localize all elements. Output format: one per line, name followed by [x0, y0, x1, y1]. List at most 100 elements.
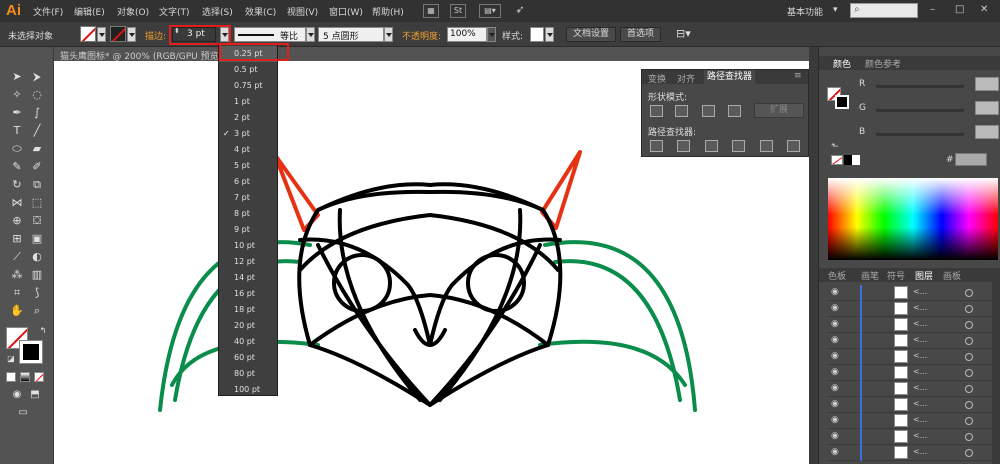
blue-slider[interactable]: B: [859, 125, 999, 141]
eye-icon[interactable]: ◉: [831, 383, 839, 393]
layers-scrollbar[interactable]: [992, 277, 1000, 464]
menu-view[interactable]: 视图(V): [287, 5, 318, 18]
target-icon[interactable]: [965, 289, 973, 297]
stroke-label[interactable]: 描边:: [145, 29, 166, 42]
brush-dropdown[interactable]: [384, 27, 393, 42]
stroke-swatch[interactable]: [110, 26, 126, 42]
stroke-color-box[interactable]: [19, 340, 43, 364]
tab-transform[interactable]: 变换: [648, 72, 666, 85]
layer-row[interactable]: ◉ <...: [827, 301, 991, 317]
target-icon[interactable]: [965, 353, 973, 361]
fill-swatch[interactable]: [80, 26, 96, 42]
stroke-weight-option[interactable]: 60 pt: [219, 350, 277, 366]
target-icon[interactable]: [965, 401, 973, 409]
zoom-tool-icon[interactable]: ⌕: [28, 303, 46, 319]
minus-back-icon[interactable]: [787, 140, 800, 152]
stroke-weight-option[interactable]: 7 pt: [219, 190, 277, 206]
eye-icon[interactable]: ◉: [831, 399, 839, 409]
blob-brush-icon[interactable]: ✐: [28, 159, 46, 175]
layer-row[interactable]: ◉ <...: [827, 349, 991, 365]
menu-window[interactable]: 窗口(W): [329, 5, 363, 18]
target-icon[interactable]: [965, 321, 973, 329]
artboard-tool-icon[interactable]: ⌗: [8, 285, 26, 301]
eye-icon[interactable]: ◉: [831, 415, 839, 425]
tab-color-guide[interactable]: 颜色参考: [865, 57, 901, 70]
stroke-color-dropdown[interactable]: [127, 27, 136, 42]
profile-select[interactable]: 等比: [234, 27, 306, 42]
stroke-weight-option[interactable]: 0.5 pt: [219, 62, 277, 78]
layer-row[interactable]: ◉ <...: [827, 381, 991, 397]
stroke-weight-option[interactable]: 100 pt: [219, 382, 277, 398]
layer-row[interactable]: ◉ <...: [827, 429, 991, 445]
black-chip[interactable]: [844, 155, 852, 165]
screen-mode-icon[interactable]: ⬒: [26, 387, 44, 403]
crop-icon[interactable]: [732, 140, 745, 152]
layer-row[interactable]: ◉ <...: [827, 285, 991, 301]
curvature-tool-icon[interactable]: ∫: [28, 105, 46, 121]
eraser-tool-icon[interactable]: ▰: [28, 141, 46, 157]
color-stroke-box[interactable]: [835, 95, 849, 109]
merge-icon[interactable]: [705, 140, 718, 152]
stroke-weight-option[interactable]: 14 pt: [219, 270, 277, 286]
free-transform-icon[interactable]: ⬚: [28, 195, 46, 211]
target-icon[interactable]: [965, 337, 973, 345]
stroke-weight-option[interactable]: 80 pt: [219, 366, 277, 382]
eye-icon[interactable]: ◉: [831, 319, 839, 329]
color-mode-icon[interactable]: [6, 372, 16, 382]
chevron-down-icon[interactable]: ▾: [833, 5, 838, 15]
menu-type[interactable]: 文字(T): [159, 5, 190, 18]
rotate-tool-icon[interactable]: ↻: [8, 177, 26, 193]
eye-icon[interactable]: ◉: [831, 303, 839, 313]
color-spectrum[interactable]: [828, 178, 998, 260]
expand-button[interactable]: 扩展: [754, 103, 804, 118]
tab-symbols[interactable]: 符号: [887, 269, 905, 282]
stroke-weight-option[interactable]: 1 pt: [219, 94, 277, 110]
tab-swatches[interactable]: 色板: [828, 269, 846, 282]
style-dropdown[interactable]: [545, 27, 554, 42]
layer-row[interactable]: ◉ <...: [827, 413, 991, 429]
menu-help[interactable]: 帮助(H): [372, 5, 404, 18]
search-input[interactable]: ⌕: [850, 3, 918, 18]
stroke-weight-option[interactable]: 16 pt: [219, 286, 277, 302]
live-paint-icon[interactable]: ⛋: [28, 213, 46, 229]
target-icon[interactable]: [965, 433, 973, 441]
gradient-tool-icon[interactable]: ▣: [28, 231, 46, 247]
menu-select[interactable]: 选择(S): [202, 5, 233, 18]
fill-dropdown[interactable]: [97, 27, 106, 42]
stroke-weight-option[interactable]: 10 pt: [219, 238, 277, 254]
eye-icon[interactable]: ◉: [831, 287, 839, 297]
draw-mode-icon[interactable]: ◉: [8, 387, 26, 403]
stroke-weight-option[interactable]: 2 pt: [219, 110, 277, 126]
stroke-weight-option[interactable]: 6 pt: [219, 174, 277, 190]
symbol-sprayer-icon[interactable]: ⁂: [8, 267, 26, 283]
tab-brushes[interactable]: 画笔: [861, 269, 879, 282]
exclude-icon[interactable]: [728, 105, 741, 117]
eyedropper-icon[interactable]: ⟋: [8, 249, 26, 265]
stroke-weight-option[interactable]: 40 pt: [219, 334, 277, 350]
magic-wand-icon[interactable]: ✧: [8, 87, 26, 103]
menu-effect[interactable]: 效果(C): [245, 5, 276, 18]
preferences-button[interactable]: 首选项: [620, 27, 662, 42]
intersect-icon[interactable]: [702, 105, 715, 117]
trim-icon[interactable]: [677, 140, 690, 152]
out-of-gamut-icon[interactable]: ⬑: [831, 142, 839, 152]
ellipse-tool-icon[interactable]: ⬭: [8, 141, 26, 157]
graph-tool-icon[interactable]: ▥: [28, 267, 46, 283]
type-tool-icon[interactable]: T: [8, 123, 26, 139]
panel-menu-icon[interactable]: ≡: [794, 71, 802, 81]
blend-tool-icon[interactable]: ◐: [28, 249, 46, 265]
menu-file[interactable]: 文件(F): [33, 5, 63, 18]
layer-row[interactable]: ◉ <...: [827, 397, 991, 413]
hand-tool-icon[interactable]: ✋: [8, 303, 26, 319]
panel-dock-strip[interactable]: [809, 47, 818, 464]
tab-layers[interactable]: 图层: [915, 269, 933, 282]
none-color-icon[interactable]: [831, 155, 843, 165]
brush-tool-icon[interactable]: ✎: [8, 159, 26, 175]
red-slider[interactable]: R: [859, 77, 999, 93]
arrange-documents-icon[interactable]: ▤▾: [479, 4, 501, 18]
perspective-grid-icon[interactable]: ⊞: [8, 231, 26, 247]
close-button[interactable]: ✕: [980, 4, 988, 15]
line-tool-icon[interactable]: ╱: [28, 123, 46, 139]
bridge-icon[interactable]: ▦: [423, 4, 439, 18]
opacity-label[interactable]: 不透明度:: [402, 29, 441, 42]
